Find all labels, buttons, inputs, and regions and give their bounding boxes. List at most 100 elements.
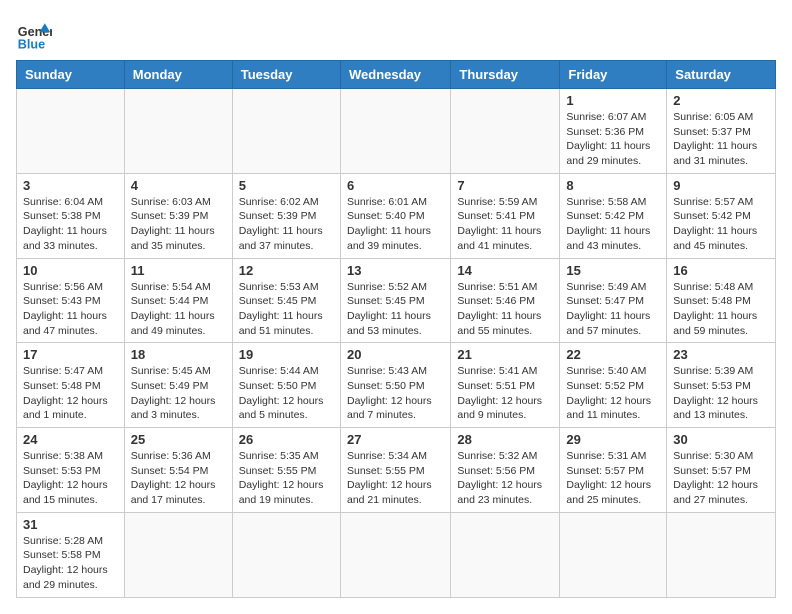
day-number: 12 [239, 263, 334, 278]
day-info: Sunrise: 5:53 AM Sunset: 5:45 PM Dayligh… [239, 280, 334, 339]
day-info: Sunrise: 5:52 AM Sunset: 5:45 PM Dayligh… [347, 280, 444, 339]
calendar-week-row: 31Sunrise: 5:28 AM Sunset: 5:58 PM Dayli… [17, 512, 776, 597]
day-number: 23 [673, 347, 769, 362]
day-info: Sunrise: 5:48 AM Sunset: 5:48 PM Dayligh… [673, 280, 769, 339]
day-number: 18 [131, 347, 226, 362]
day-number: 13 [347, 263, 444, 278]
calendar-cell: 22 Sunrise: 5:40 AM Sunset: 5:52 PM Dayli… [560, 343, 667, 428]
calendar-cell [451, 512, 560, 597]
calendar-cell: 8Sunrise: 5:58 AM Sunset: 5:42 PM Daylig… [560, 173, 667, 258]
day-info: Sunrise: 6:05 AM Sunset: 5:37 PM Dayligh… [673, 110, 769, 169]
day-info: Sunrise: 5:32 AM Sunset: 5:56 PM Dayligh… [457, 449, 553, 508]
calendar-cell: 10Sunrise: 5:56 AM Sunset: 5:43 PM Dayli… [17, 258, 125, 343]
calendar-cell [451, 89, 560, 174]
day-number: 1 [566, 93, 660, 108]
day-info: Sunrise: 5:31 AM Sunset: 5:57 PM Dayligh… [566, 449, 660, 508]
day-info: Sunrise: 5:43 AM Sunset: 5:50 PM Dayligh… [347, 364, 444, 423]
calendar-cell [340, 89, 450, 174]
svg-text:Blue: Blue [18, 37, 45, 51]
day-number: 10 [23, 263, 118, 278]
weekday-header-tuesday: Tuesday [232, 61, 340, 89]
day-info: Sunrise: 5:57 AM Sunset: 5:42 PM Dayligh… [673, 195, 769, 254]
calendar-week-row: 3Sunrise: 6:04 AM Sunset: 5:38 PM Daylig… [17, 173, 776, 258]
day-info: Sunrise: 5:30 AM Sunset: 5:57 PM Dayligh… [673, 449, 769, 508]
calendar-cell: 19Sunrise: 5:44 AM Sunset: 5:50 PM Dayli… [232, 343, 340, 428]
day-info: Sunrise: 6:04 AM Sunset: 5:38 PM Dayligh… [23, 195, 118, 254]
day-info: Sunrise: 5:51 AM Sunset: 5:46 PM Dayligh… [457, 280, 553, 339]
calendar-cell: 26Sunrise: 5:35 AM Sunset: 5:55 PM Dayli… [232, 428, 340, 513]
day-info: Sunrise: 5:40 AM Sunset: 5:52 PM Dayligh… [566, 364, 660, 423]
logo: General Blue [16, 16, 52, 52]
calendar-cell [17, 89, 125, 174]
day-number: 17 [23, 347, 118, 362]
day-number: 30 [673, 432, 769, 447]
day-number: 22 [566, 347, 660, 362]
calendar-cell: 24 Sunrise: 5:38 AM Sunset: 5:53 PM Dayli… [17, 428, 125, 513]
day-info: Sunrise: 5:28 AM Sunset: 5:58 PM Dayligh… [23, 534, 118, 593]
day-number: 14 [457, 263, 553, 278]
day-number: 4 [131, 178, 226, 193]
weekday-header-wednesday: Wednesday [340, 61, 450, 89]
calendar-cell: 31Sunrise: 5:28 AM Sunset: 5:58 PM Dayli… [17, 512, 125, 597]
day-info: Sunrise: 5:47 AM Sunset: 5:48 PM Dayligh… [23, 364, 118, 423]
header: General Blue [16, 16, 776, 52]
calendar-cell: 20 Sunrise: 5:43 AM Sunset: 5:50 PM Dayli… [340, 343, 450, 428]
day-info: Sunrise: 5:41 AM Sunset: 5:51 PM Dayligh… [457, 364, 553, 423]
weekday-header-sunday: Sunday [17, 61, 125, 89]
day-number: 24 [23, 432, 118, 447]
calendar-cell: 14 Sunrise: 5:51 AM Sunset: 5:46 PM Dayli… [451, 258, 560, 343]
day-number: 15 [566, 263, 660, 278]
day-info: Sunrise: 6:03 AM Sunset: 5:39 PM Dayligh… [131, 195, 226, 254]
day-info: Sunrise: 5:39 AM Sunset: 5:53 PM Dayligh… [673, 364, 769, 423]
day-number: 25 [131, 432, 226, 447]
day-number: 20 [347, 347, 444, 362]
calendar-cell: 11 Sunrise: 5:54 AM Sunset: 5:44 PM Dayli… [124, 258, 232, 343]
calendar-cell: 1Sunrise: 6:07 AM Sunset: 5:36 PM Daylig… [560, 89, 667, 174]
calendar-cell: 28 Sunrise: 5:32 AM Sunset: 5:56 PM Dayli… [451, 428, 560, 513]
weekday-header-thursday: Thursday [451, 61, 560, 89]
day-info: Sunrise: 5:35 AM Sunset: 5:55 PM Dayligh… [239, 449, 334, 508]
calendar: SundayMondayTuesdayWednesdayThursdayFrid… [16, 60, 776, 598]
calendar-cell: 17 Sunrise: 5:47 AM Sunset: 5:48 PM Dayli… [17, 343, 125, 428]
calendar-cell [667, 512, 776, 597]
day-info: Sunrise: 5:34 AM Sunset: 5:55 PM Dayligh… [347, 449, 444, 508]
day-number: 6 [347, 178, 444, 193]
calendar-cell: 6Sunrise: 6:01 AM Sunset: 5:40 PM Daylig… [340, 173, 450, 258]
day-info: Sunrise: 5:36 AM Sunset: 5:54 PM Dayligh… [131, 449, 226, 508]
day-number: 7 [457, 178, 553, 193]
calendar-cell: 15 Sunrise: 5:49 AM Sunset: 5:47 PM Dayli… [560, 258, 667, 343]
calendar-cell [124, 512, 232, 597]
calendar-week-row: 24 Sunrise: 5:38 AM Sunset: 5:53 PM Dayli… [17, 428, 776, 513]
calendar-week-row: 1Sunrise: 6:07 AM Sunset: 5:36 PM Daylig… [17, 89, 776, 174]
calendar-cell: 2Sunrise: 6:05 AM Sunset: 5:37 PM Daylig… [667, 89, 776, 174]
calendar-cell [232, 89, 340, 174]
weekday-header-monday: Monday [124, 61, 232, 89]
day-info: Sunrise: 5:49 AM Sunset: 5:47 PM Dayligh… [566, 280, 660, 339]
calendar-cell [232, 512, 340, 597]
day-info: Sunrise: 5:59 AM Sunset: 5:41 PM Dayligh… [457, 195, 553, 254]
calendar-cell [124, 89, 232, 174]
calendar-cell: 5 Sunrise: 6:02 AM Sunset: 5:39 PM Daylig… [232, 173, 340, 258]
day-info: Sunrise: 5:38 AM Sunset: 5:53 PM Dayligh… [23, 449, 118, 508]
calendar-cell [340, 512, 450, 597]
day-number: 5 [239, 178, 334, 193]
day-number: 27 [347, 432, 444, 447]
day-info: Sunrise: 6:02 AM Sunset: 5:39 PM Dayligh… [239, 195, 334, 254]
day-number: 21 [457, 347, 553, 362]
logo-icon: General Blue [16, 16, 52, 52]
day-number: 16 [673, 263, 769, 278]
day-info: Sunrise: 5:58 AM Sunset: 5:42 PM Dayligh… [566, 195, 660, 254]
day-number: 11 [131, 263, 226, 278]
calendar-week-row: 17 Sunrise: 5:47 AM Sunset: 5:48 PM Dayli… [17, 343, 776, 428]
calendar-cell: 12 Sunrise: 5:53 AM Sunset: 5:45 PM Dayli… [232, 258, 340, 343]
calendar-week-row: 10Sunrise: 5:56 AM Sunset: 5:43 PM Dayli… [17, 258, 776, 343]
weekday-header-saturday: Saturday [667, 61, 776, 89]
day-number: 29 [566, 432, 660, 447]
calendar-cell: 7 Sunrise: 5:59 AM Sunset: 5:41 PM Daylig… [451, 173, 560, 258]
calendar-cell: 25 Sunrise: 5:36 AM Sunset: 5:54 PM Dayli… [124, 428, 232, 513]
calendar-cell: 3Sunrise: 6:04 AM Sunset: 5:38 PM Daylig… [17, 173, 125, 258]
day-info: Sunrise: 5:44 AM Sunset: 5:50 PM Dayligh… [239, 364, 334, 423]
day-number: 28 [457, 432, 553, 447]
day-number: 9 [673, 178, 769, 193]
day-info: Sunrise: 5:54 AM Sunset: 5:44 PM Dayligh… [131, 280, 226, 339]
